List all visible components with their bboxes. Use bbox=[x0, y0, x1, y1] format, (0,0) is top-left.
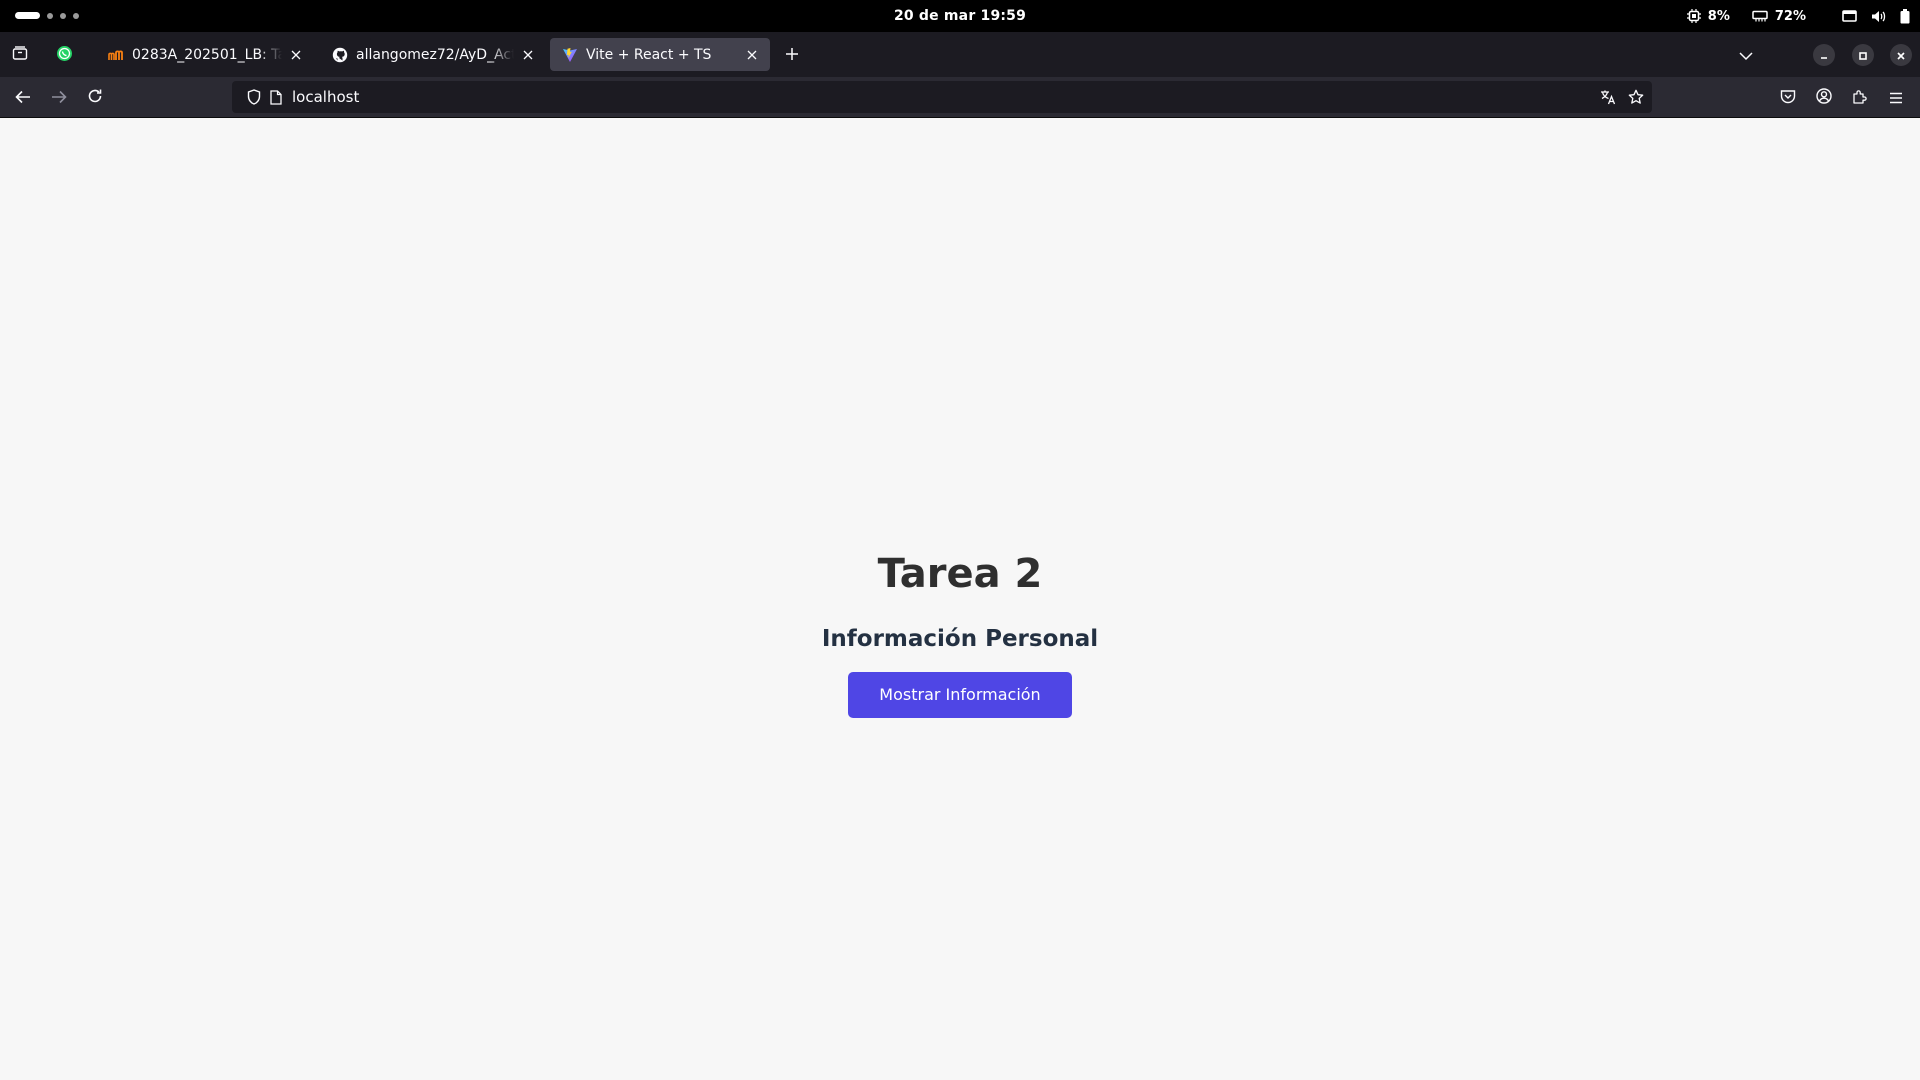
url-text[interactable]: localhost bbox=[292, 81, 359, 113]
account-icon bbox=[1816, 88, 1832, 108]
tab-title: allangomez72/AyD_Activ bbox=[356, 46, 514, 63]
app-menu-button[interactable] bbox=[1883, 85, 1909, 111]
chevron-down-icon bbox=[1739, 46, 1753, 65]
account-button[interactable] bbox=[1811, 85, 1837, 111]
show-info-button[interactable]: Mostrar Información bbox=[848, 672, 1072, 718]
main-content: Tarea 2 Información Personal Mostrar Inf… bbox=[0, 554, 1920, 718]
system-top-bar: 20 de mar 19:59 8% 72% bbox=[0, 0, 1920, 32]
section-heading: Información Personal bbox=[821, 626, 1099, 652]
hamburger-menu-icon bbox=[1889, 89, 1903, 108]
close-icon[interactable] bbox=[288, 47, 304, 63]
arrow-left-icon bbox=[15, 89, 31, 108]
screen-icon bbox=[1842, 9, 1857, 23]
address-bar[interactable]: localhost bbox=[232, 81, 1652, 113]
cpu-icon bbox=[1686, 9, 1701, 23]
firefox-view-button[interactable] bbox=[8, 43, 32, 67]
back-button[interactable] bbox=[10, 85, 36, 111]
volume-icon bbox=[1871, 10, 1886, 23]
tab-vite-app[interactable]: Vite + React + TS bbox=[550, 38, 770, 71]
page-title: Tarea 2 bbox=[877, 551, 1043, 597]
pocket-icon bbox=[1780, 89, 1796, 108]
moodle-icon bbox=[108, 47, 124, 63]
shield-icon[interactable] bbox=[246, 89, 262, 105]
translate-icon[interactable] bbox=[1600, 89, 1616, 105]
minimize-window-button[interactable] bbox=[1813, 44, 1835, 66]
pocket-button[interactable] bbox=[1775, 85, 1801, 111]
whatsapp-icon bbox=[56, 45, 73, 66]
pinned-tab-whatsapp[interactable] bbox=[52, 43, 76, 67]
memory-usage-label: 72% bbox=[1774, 8, 1806, 24]
page-icon[interactable] bbox=[268, 89, 284, 105]
vite-icon bbox=[562, 47, 578, 63]
firefox-view-icon bbox=[12, 45, 28, 65]
forward-button[interactable] bbox=[46, 85, 72, 111]
reload-button[interactable] bbox=[82, 85, 108, 111]
list-all-tabs-button[interactable] bbox=[1734, 43, 1758, 67]
tab-title: 0283A_202501_LB: Tarea bbox=[132, 46, 282, 63]
close-window-button[interactable] bbox=[1890, 44, 1912, 66]
close-icon[interactable] bbox=[744, 47, 760, 63]
extensions-button[interactable] bbox=[1847, 85, 1873, 111]
maximize-window-button[interactable] bbox=[1852, 44, 1874, 66]
navigation-toolbar: localhost bbox=[0, 77, 1920, 118]
github-icon bbox=[332, 47, 348, 63]
new-tab-button[interactable] bbox=[780, 43, 804, 67]
tab-github[interactable]: allangomez72/AyD_Activ bbox=[320, 38, 546, 71]
close-icon[interactable] bbox=[520, 47, 536, 63]
minimize-icon bbox=[1819, 46, 1829, 65]
bookmark-star-icon[interactable] bbox=[1628, 89, 1644, 105]
system-tray[interactable]: 8% 72% bbox=[1665, 0, 1910, 32]
browser-tab-strip: 0283A_202501_LB: Tarea allangomez72/AyD_… bbox=[0, 32, 1920, 77]
battery-icon bbox=[1900, 8, 1910, 24]
tab-moodle[interactable]: 0283A_202501_LB: Tarea bbox=[96, 38, 314, 71]
page-viewport: Tarea 2 Información Personal Mostrar Inf… bbox=[0, 118, 1920, 1080]
tab-title: Vite + React + TS bbox=[586, 46, 712, 63]
puzzle-icon bbox=[1852, 88, 1868, 108]
maximize-icon bbox=[1858, 46, 1868, 65]
arrow-right-icon bbox=[51, 89, 67, 108]
cpu-usage-label: 8% bbox=[1707, 8, 1730, 24]
close-icon bbox=[1896, 46, 1906, 65]
system-clock[interactable]: 20 de mar 19:59 bbox=[0, 0, 1920, 32]
reload-icon bbox=[87, 88, 103, 108]
memory-icon bbox=[1752, 10, 1768, 22]
plus-icon bbox=[785, 46, 799, 65]
